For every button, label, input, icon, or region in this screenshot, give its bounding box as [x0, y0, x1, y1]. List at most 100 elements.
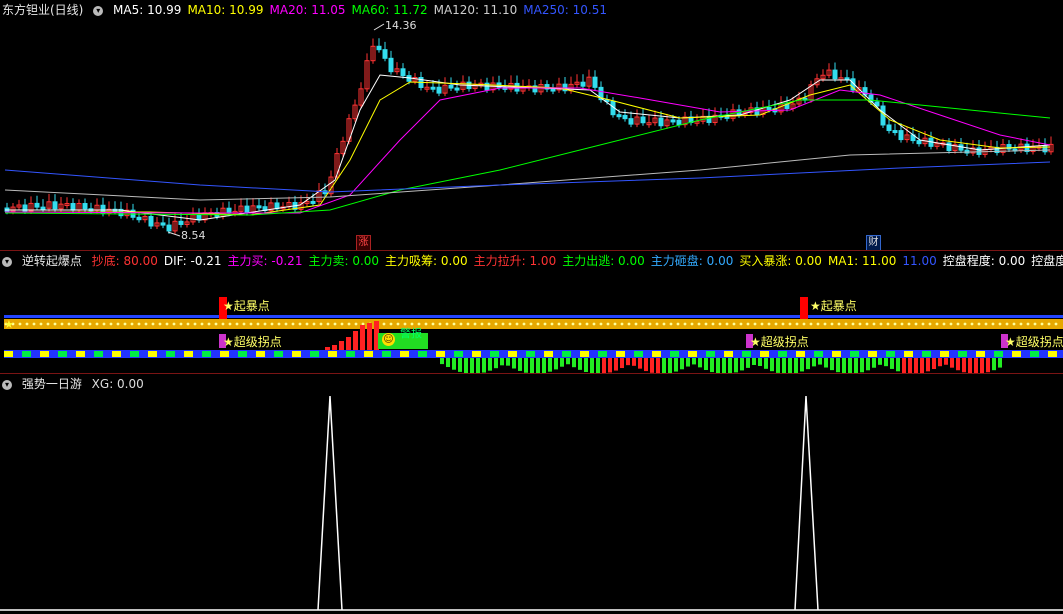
- band-dot: [1033, 322, 1037, 326]
- hist-bar: [764, 358, 768, 369]
- band-dot: [914, 322, 918, 326]
- hist-bar: [734, 358, 738, 373]
- band-dot: [620, 322, 624, 326]
- indicator-legend-item-3: 主力卖: 0.00: [308, 254, 380, 268]
- candle-body: [946, 142, 952, 152]
- band-dot: [613, 322, 617, 326]
- band-dot: [718, 322, 722, 326]
- band-dot: [494, 322, 498, 326]
- hist-bar: [710, 358, 714, 373]
- lower-chart[interactable]: [0, 374, 1063, 614]
- candle-body: [40, 206, 46, 210]
- hist-bar: [902, 358, 906, 373]
- smiley-icon: ☺: [382, 333, 395, 346]
- hist-bar: [680, 358, 684, 370]
- zhang-marker[interactable]: 涨: [356, 235, 371, 250]
- candlestick-panel[interactable]: 东方钽业(日线) ▾ MA5: 10.99 MA10: 10.99 MA20: 11…: [0, 0, 1063, 250]
- indicator-legend-item-10: 11.00: [902, 254, 937, 268]
- hist-bar: [944, 358, 948, 365]
- hist-bar: [968, 358, 972, 373]
- indicator-legend-item-0: 抄底: 80.00: [91, 254, 158, 268]
- indicator-legend-item-2: 主力买: -0.21: [227, 254, 303, 268]
- hist-bar: [554, 358, 558, 370]
- band-dot: [95, 322, 99, 326]
- hist-bar: [566, 358, 570, 365]
- candle-body: [136, 216, 142, 221]
- band-dot: [305, 322, 309, 326]
- band-dot: [347, 322, 351, 326]
- band-dot: [984, 322, 988, 326]
- hist-bar: [470, 358, 474, 373]
- band-dot: [956, 322, 960, 326]
- bottom-band-seg: [112, 351, 121, 357]
- hist-bar: [830, 358, 834, 371]
- hist-bar: [440, 358, 444, 365]
- bottom-band-seg: [94, 351, 103, 357]
- hist-bar: [560, 358, 564, 367]
- bottom-band-seg: [400, 351, 409, 357]
- band-dot: [123, 322, 127, 326]
- hist-bar: [842, 358, 846, 373]
- hist-bar: [458, 358, 462, 372]
- hist-bar: [602, 358, 606, 373]
- band-dot: [564, 322, 568, 326]
- indicator-panel[interactable]: ▾ 逆转起爆点 抄底: 80.00 DIF: -0.21 主力买: -0.21 主力卖…: [0, 250, 1063, 373]
- bottom-band-seg: [202, 351, 211, 357]
- candle-body: [616, 114, 622, 118]
- cai-marker[interactable]: 财: [866, 235, 881, 250]
- band-dot: [529, 322, 533, 326]
- hist-bar: [614, 358, 618, 371]
- hist-bar: [446, 358, 450, 368]
- hist-bar: [596, 358, 600, 373]
- band-dot: [893, 322, 897, 326]
- collapse-icon[interactable]: ▾: [93, 5, 104, 16]
- band-dot: [354, 322, 358, 326]
- hist-bar: [668, 358, 672, 373]
- blue-line-top: [4, 315, 1063, 318]
- hist-bar: [656, 358, 660, 373]
- ma-legend-item-0: MA5: 10.99: [113, 3, 182, 17]
- hist-bar: [986, 358, 990, 373]
- collapse-icon[interactable]: ▾: [2, 256, 12, 267]
- band-dot: [515, 322, 519, 326]
- band-dot: [585, 322, 589, 326]
- hist-bar: [806, 358, 810, 370]
- bottom-band-seg: [1012, 351, 1021, 357]
- band-dot: [907, 322, 911, 326]
- bottom-band-seg: [850, 351, 859, 357]
- hist-bar: [926, 358, 930, 372]
- hist-bar: [740, 358, 744, 371]
- band-dot: [18, 322, 22, 326]
- candle-body: [916, 140, 922, 145]
- red-bar: [353, 331, 358, 350]
- indicator-chart[interactable]: ★: [0, 251, 1063, 373]
- band-dot: [599, 322, 603, 326]
- ma-legend-item-4: MA120: 11.10: [433, 3, 518, 17]
- band-dot: [466, 322, 470, 326]
- indicator-legend-item-11: 控盘程度: 0.00: [942, 254, 1026, 268]
- bottom-band-seg: [292, 351, 301, 357]
- band-dot: [263, 322, 267, 326]
- collapse-icon[interactable]: ▾: [2, 379, 12, 390]
- band-dot: [1047, 322, 1051, 326]
- low-pointer: [167, 231, 181, 237]
- hist-bar: [794, 358, 798, 373]
- bottom-band-seg: [274, 351, 283, 357]
- bottom-band-seg: [310, 351, 319, 357]
- hist-bar: [782, 358, 786, 373]
- candlestick-chart[interactable]: [0, 0, 1063, 250]
- band-dot: [928, 322, 932, 326]
- band-dot: [963, 322, 967, 326]
- band-dot: [774, 322, 778, 326]
- lower-panel[interactable]: ▾ 强势一日游 XG: 0.00: [0, 373, 1063, 614]
- ma-legend: MA5: 10.99 MA10: 10.99 MA20: 11.05 MA60: 11…: [113, 3, 613, 17]
- candle-body: [160, 222, 166, 226]
- band-dot: [88, 322, 92, 326]
- hist-bar: [746, 358, 750, 368]
- hist-bar: [506, 358, 510, 366]
- hist-bar: [758, 358, 762, 366]
- band-dot: [830, 322, 834, 326]
- band-dot: [711, 322, 715, 326]
- bottom-band-seg: [670, 351, 679, 357]
- indicator-legend-item-12: 控盘度: 100.00: [1031, 254, 1063, 268]
